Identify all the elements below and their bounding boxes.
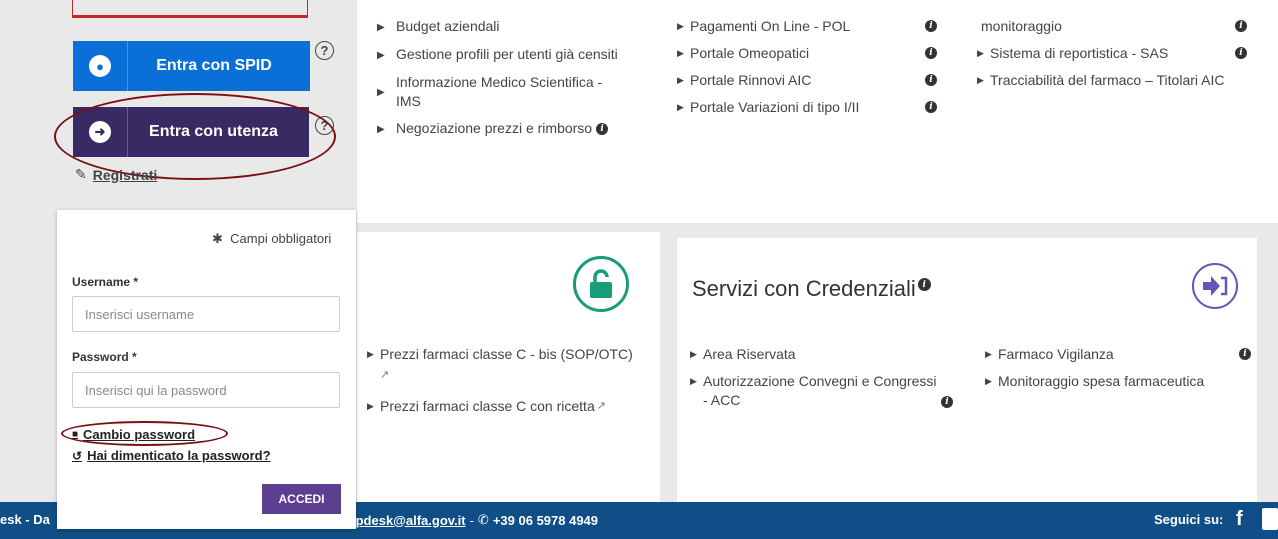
external-link-icon: ↗ xyxy=(380,369,390,381)
credentials-column-2: ▶ Farmaco Vigilanza i ▶ Monitoraggio spesa … xyxy=(985,345,1252,399)
caret-right-icon: ▶ xyxy=(977,75,984,85)
annotation-ellipse-change-password xyxy=(61,421,228,446)
youtube-icon[interactable] xyxy=(1262,508,1278,530)
open-services-list: ▶ Prezzi farmaci classe C - bis (SOP/OTC)… xyxy=(367,345,652,424)
info-icon[interactable]: i xyxy=(925,101,937,113)
caret-right-icon: ▶ xyxy=(977,48,984,58)
info-icon[interactable]: i xyxy=(941,396,953,408)
credentials-column-1: ▶ Area Riservata ▶ Autorizzazione Convegni… xyxy=(690,345,955,418)
service-item[interactable]: ▶ Tracciabilità del farmaco – Titolari AI… xyxy=(977,71,1257,90)
follow-us-label: Seguici su: xyxy=(1154,512,1224,527)
sign-in-arrow-icon xyxy=(1192,263,1238,309)
username-label: Username * xyxy=(72,275,139,289)
info-icon[interactable]: i xyxy=(925,74,937,86)
info-icon[interactable]: i xyxy=(917,278,931,291)
service-item[interactable]: ▶ Portale Omeopatici i xyxy=(677,44,947,63)
spid-button-label: Entra con SPID xyxy=(156,57,272,74)
edit-icon: ✎ xyxy=(75,166,87,182)
unlock-icon-graphic xyxy=(590,269,612,298)
info-icon[interactable]: i xyxy=(1235,47,1247,59)
service-item[interactable]: ▶ Gestione profili per utenti già censiti xyxy=(377,45,655,65)
service-item[interactable]: ▶ Autorizzazione Convegni e Congressi - A… xyxy=(690,372,955,410)
caret-right-icon: ▶ xyxy=(677,48,684,58)
registrati-link-group[interactable]: ✎ Registrati xyxy=(75,166,157,183)
cut-off-button-border xyxy=(72,0,308,18)
user-icon: ● xyxy=(89,55,111,77)
spid-login-button[interactable]: ● Entra con SPID xyxy=(73,41,310,91)
caret-right-icon: ▶ xyxy=(377,50,385,61)
caret-right-icon: ▶ xyxy=(367,401,374,411)
caret-right-icon: ▶ xyxy=(985,349,992,359)
login-dropdown-panel xyxy=(57,210,356,529)
forgot-password-link[interactable]: ↺ Hai dimenticato la password? xyxy=(72,448,271,463)
asterisk-icon: ✱ xyxy=(212,231,223,246)
services-column-3: monitoraggio i ▶ Sistema di reportistica -… xyxy=(977,17,1257,98)
caret-right-icon: ▶ xyxy=(677,102,684,112)
credentials-card-title: Servizi con Credenziali i xyxy=(692,276,931,302)
caret-right-icon: ▶ xyxy=(985,376,992,386)
caret-right-icon: ▶ xyxy=(367,349,374,359)
service-item[interactable]: ▶ Area Riservata xyxy=(690,345,955,364)
info-icon[interactable]: i xyxy=(1239,348,1251,360)
registrati-link[interactable]: Registrati xyxy=(93,167,158,183)
service-item[interactable]: ▶ Farmaco Vigilanza i xyxy=(985,345,1252,364)
caret-right-icon: ▶ xyxy=(690,376,697,386)
external-link-icon: ↗ xyxy=(596,400,606,412)
service-item[interactable]: ▶ Sistema di reportistica - SAS i xyxy=(977,44,1257,63)
services-column-1: ▶ Budget aziendali ▶ Gestione profili per … xyxy=(377,17,655,147)
password-input[interactable] xyxy=(72,372,340,408)
username-input[interactable] xyxy=(72,296,340,332)
service-item[interactable]: monitoraggio i xyxy=(977,17,1257,36)
service-item[interactable]: ▶ Monitoraggio spesa farmaceutica xyxy=(985,372,1252,391)
info-icon[interactable]: i xyxy=(925,20,937,32)
login-submit-button[interactable]: ACCEDI xyxy=(262,484,341,514)
caret-right-icon: ▶ xyxy=(377,22,385,33)
facebook-icon[interactable]: f xyxy=(1236,508,1243,531)
service-item[interactable]: ▶ Pagamenti On Line - POL i xyxy=(677,17,947,36)
footer-phone: +39 06 5978 4949 xyxy=(492,512,599,528)
service-item[interactable]: ▶ Prezzi farmaci classe C con ricetta ↗ xyxy=(367,397,652,416)
history-icon: ↺ xyxy=(72,448,83,463)
service-item[interactable]: ▶ Informazione Medico Scientifica - IMS xyxy=(377,73,622,111)
caret-right-icon: ▶ xyxy=(377,87,385,98)
service-item[interactable]: ▶ Negoziazione prezzi e rimborso i xyxy=(377,119,655,139)
caret-right-icon: ▶ xyxy=(677,21,684,31)
info-icon[interactable]: i xyxy=(596,123,609,135)
password-label: Password * xyxy=(72,350,137,364)
caret-right-icon: ▶ xyxy=(677,75,684,85)
service-item[interactable]: ▶ Budget aziendali xyxy=(377,17,655,37)
unlock-icon xyxy=(573,256,629,312)
footer-email-link[interactable]: lpdesk@alfa.gov.it xyxy=(352,513,466,528)
info-icon[interactable]: i xyxy=(925,47,937,59)
service-item[interactable]: ▶ Prezzi farmaci classe C - bis (SOP/OTC)… xyxy=(367,345,652,385)
service-item[interactable]: ▶ Portale Rinnovi AIC i xyxy=(677,71,947,90)
service-item[interactable]: ▶ Portale Variazioni di tipo I/II i xyxy=(677,98,947,117)
phone-icon: ✆ xyxy=(477,512,489,527)
footer-contact: lpdesk@alfa.gov.it - ✆ +39 06 5978 4949 xyxy=(352,512,599,528)
footer-left-text: esk - Da xyxy=(0,512,50,527)
required-fields-note: ✱ Campi obbligatori xyxy=(212,231,332,246)
spid-help-icon[interactable]: ? xyxy=(315,41,334,60)
caret-right-icon: ▶ xyxy=(690,349,697,359)
spid-icon-box: ● xyxy=(73,41,128,91)
services-column-2: ▶ Pagamenti On Line - POL i ▶ Portale Omeop… xyxy=(677,17,947,125)
caret-right-icon: ▶ xyxy=(377,124,385,135)
info-icon[interactable]: i xyxy=(1235,20,1247,32)
sign-in-arrow-graphic xyxy=(1203,276,1228,296)
